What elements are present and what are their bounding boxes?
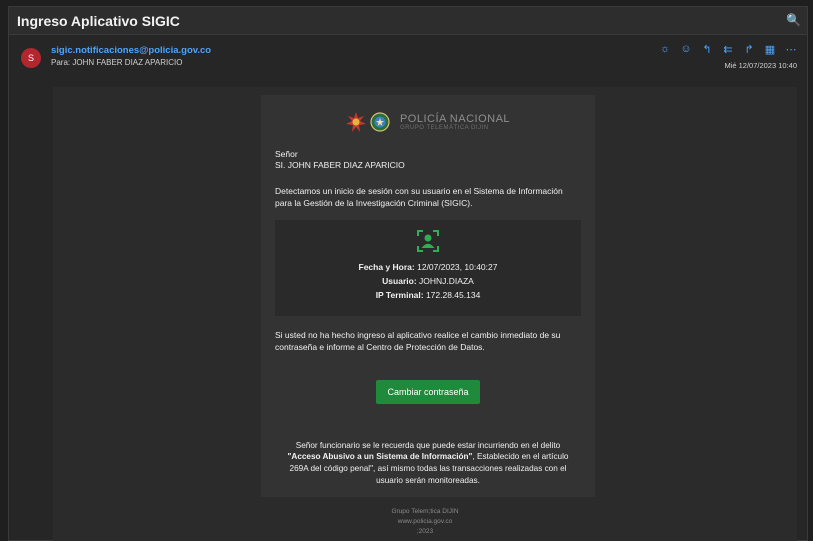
- sender-block: sigic.notificaciones@policia.gov.co Para…: [51, 45, 211, 67]
- message-header: S sigic.notificaciones@policia.gov.co Pa…: [9, 35, 807, 83]
- footer-website[interactable]: www.policia.gov.co: [53, 517, 797, 527]
- message-actions: ☼ ☺ ↰ ⇇ ↱ ▦ ⋯: [659, 43, 797, 56]
- more-options-icon[interactable]: ⋯: [785, 43, 797, 56]
- emoji-icon[interactable]: ☺: [680, 43, 692, 56]
- received-date: Mié 12/07/2023 10:40: [724, 61, 797, 70]
- police-logo: POLICÍA NACIONAL GRUPO TELEMÁTICA DIJIN: [275, 109, 581, 135]
- ip-label: IP Terminal:: [375, 289, 424, 300]
- recipient-line: Para: JOHN FABER DIAZ APARICIO: [51, 58, 183, 67]
- user-line: Usuario: JOHNJ.DIAZA: [275, 276, 581, 286]
- apps-grid-icon[interactable]: ▦: [764, 43, 776, 56]
- date-time-label: Fecha y Hora:: [358, 261, 415, 272]
- reply-all-icon[interactable]: ⇇: [722, 43, 734, 56]
- intro-paragraph: Detectamos un inicio de sesión con su us…: [275, 185, 563, 208]
- email-footer: Grupo Telem;tica DIJIN www.policia.gov.c…: [53, 507, 797, 536]
- title-bar: Ingreso Aplicativo SIGIC 🔍: [9, 7, 807, 35]
- advice-paragraph: Si usted no ha hecho ingreso al aplicati…: [275, 329, 561, 352]
- greeting-name: SI. JOHN FABER DIAZ APARICIO: [275, 160, 405, 171]
- date-time-value: 12/07/2023, 10:40:27: [417, 261, 498, 272]
- notice-text-1: Señor funcionario se le recuerda que pue…: [295, 440, 561, 450]
- logo-title: POLICÍA NACIONAL: [399, 113, 511, 125]
- star-seal-icon: [345, 112, 366, 132]
- ip-line: IP Terminal: 172.28.45.134: [275, 290, 581, 300]
- greeting: Señor SI. JOHN FABER DIAZ APARICIO: [275, 149, 581, 172]
- ip-value: 172.28.45.134: [425, 289, 481, 300]
- zoom-icon[interactable]: 🔍: [786, 13, 801, 27]
- sender-avatar: S: [21, 48, 41, 68]
- legal-notice: Señor funcionario se le recuerda que pue…: [275, 440, 581, 488]
- message-body: POLICÍA NACIONAL GRUPO TELEMÁTICA DIJIN …: [53, 87, 797, 541]
- greeting-title: Señor: [275, 149, 298, 159]
- email-card: POLICÍA NACIONAL GRUPO TELEMÁTICA DIJIN …: [261, 95, 595, 497]
- sun-icon[interactable]: ☼: [659, 43, 671, 56]
- email-subject: Ingreso Aplicativo SIGIC: [17, 12, 180, 29]
- change-password-button[interactable]: Cambiar contraseña: [376, 379, 480, 404]
- date-time-line: Fecha y Hora: 12/07/2023, 10:40:27: [275, 262, 581, 272]
- login-info-box: Fecha y Hora: 12/07/2023, 10:40:27 Usuar…: [275, 219, 581, 316]
- notice-bold: "Acceso Abusivo a un Sistema de Informac…: [287, 452, 473, 462]
- forward-icon[interactable]: ↱: [743, 43, 755, 56]
- button-wrap: Cambiar contraseña: [275, 379, 581, 404]
- logo-text: POLICÍA NACIONAL GRUPO TELEMÁTICA DIJIN: [400, 113, 510, 131]
- footer-group: Grupo Telem;tica DIJIN: [391, 508, 459, 515]
- footer-year: ;2023: [416, 527, 434, 535]
- reply-icon[interactable]: ↰: [701, 43, 713, 56]
- email-reader-window: Ingreso Aplicativo SIGIC 🔍 S sigic.notif…: [8, 6, 808, 541]
- shield-seal-icon: [370, 112, 390, 132]
- logo-subtitle: GRUPO TELEMÁTICA DIJIN: [399, 125, 489, 131]
- user-value: JOHNJ.DIAZA: [419, 275, 474, 286]
- sender-address[interactable]: sigic.notificaciones@policia.gov.co: [51, 45, 211, 56]
- user-scan-icon: [417, 229, 439, 252]
- user-label: Usuario:: [382, 275, 417, 286]
